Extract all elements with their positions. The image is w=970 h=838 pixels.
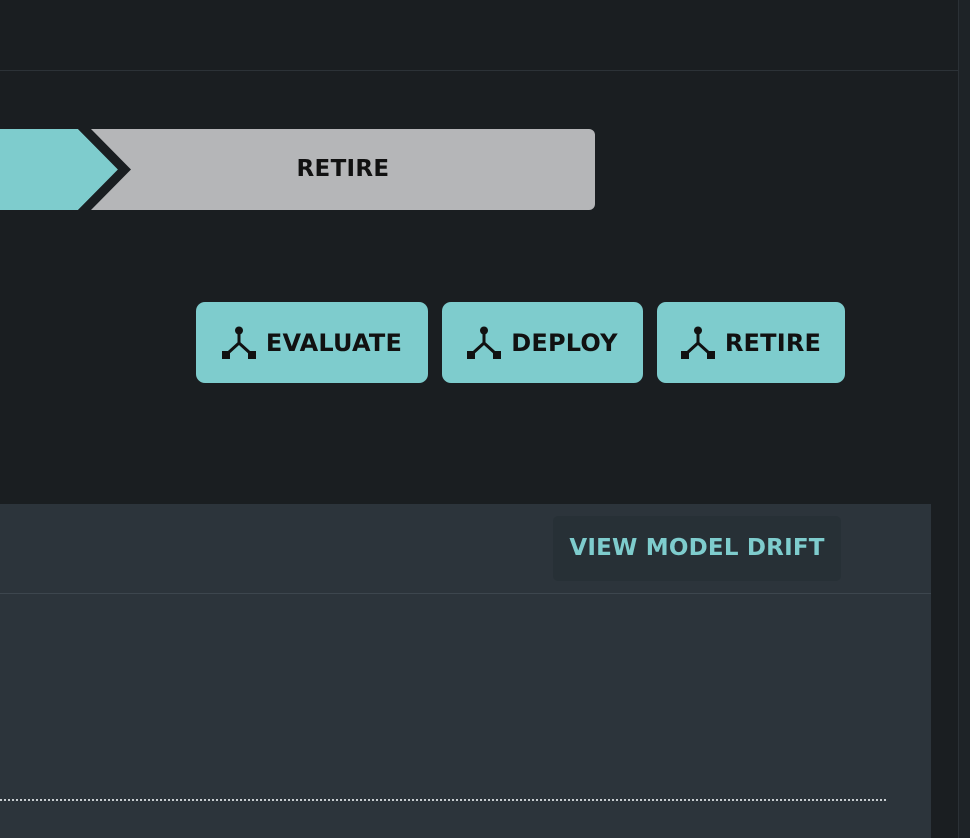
divider-dotted [0,799,886,801]
fork-icon [221,326,256,359]
deploy-button-label: DEPLOY [511,328,618,357]
pipeline-stage-retire-label: RETIRE [296,156,390,182]
deploy-button[interactable]: DEPLOY [442,302,643,383]
retire-button[interactable]: RETIRE [657,302,845,383]
view-model-drift-button[interactable]: VIEW MODEL DRIFT [553,516,841,581]
top-bar [0,0,958,71]
fork-icon [467,326,502,359]
fork-icon [680,326,715,359]
retire-button-label: RETIRE [724,328,822,357]
model-panel-header: VIEW MODEL DRIFT [0,504,931,594]
evaluate-button-label: EVALUATE [265,328,403,357]
evaluate-button[interactable]: EVALUATE [196,302,428,383]
lifecycle-pipeline: RETIRE [0,129,595,210]
model-panel: VIEW MODEL DRIFT [0,504,931,838]
vertical-scrollbar[interactable] [958,0,970,838]
